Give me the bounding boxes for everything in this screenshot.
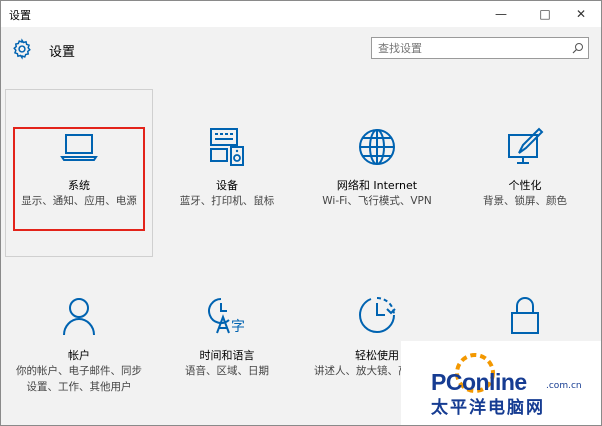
- gear-icon: [13, 38, 31, 60]
- tile-personalization[interactable]: 个性化 背景、锁屏、颜色: [455, 91, 595, 257]
- tile-desc: Wi-Fi、飞行模式、VPN: [322, 195, 432, 207]
- search-box[interactable]: [371, 37, 589, 59]
- devices-icon: [210, 128, 244, 166]
- tile-time-language[interactable]: 字 时间和语言 语音、区域、日期: [157, 257, 297, 423]
- svg-text:字: 字: [231, 319, 245, 335]
- lock-icon: [511, 297, 539, 334]
- tile-name: 个性化: [508, 179, 542, 192]
- person-icon: [63, 298, 95, 335]
- time-language-icon: 字: [208, 298, 245, 335]
- maximize-icon: □: [539, 7, 551, 21]
- tile-desc: 蓝牙、打印机、鼠标: [179, 195, 275, 207]
- tile-name: 网络和 Internet: [336, 179, 418, 192]
- tile-desc: 你的帐户、电子邮件、同步设置、工作、其他用户: [16, 365, 142, 393]
- globe-icon: [359, 129, 395, 165]
- watermark-logo: PConline: [431, 369, 527, 395]
- search-input[interactable]: [372, 38, 568, 58]
- window-title: 设置: [9, 9, 31, 22]
- minimize-icon: —: [495, 7, 507, 21]
- settings-window: 设置 — □ ✕ 设置 查找设置 系统 显示、通知、应用、电源 设备 蓝牙、打印…: [0, 0, 602, 426]
- maximize-button[interactable]: □: [525, 1, 565, 27]
- tile-name: 帐户: [68, 349, 90, 362]
- tile-accounts[interactable]: 帐户 你的帐户、电子邮件、同步设置、工作、其他用户: [9, 257, 149, 423]
- close-button[interactable]: ✕: [561, 1, 601, 27]
- personalize-icon: [508, 127, 544, 164]
- tile-name: 时间和语言: [199, 349, 255, 362]
- tile-desc: 背景、锁屏、颜色: [483, 195, 567, 207]
- tile-name: 设备: [216, 179, 238, 192]
- watermark-domain: .com.cn: [546, 381, 582, 391]
- page-title: 设置: [49, 45, 76, 60]
- close-icon: ✕: [575, 7, 587, 21]
- minimize-button[interactable]: —: [481, 1, 521, 27]
- title-bar: 设置 — □ ✕: [1, 1, 601, 27]
- search-icon[interactable]: [572, 42, 584, 54]
- pconline-watermark: PConline .com.cn 太平洋电脑网: [401, 341, 601, 425]
- watermark-cn: 太平洋电脑网: [431, 398, 545, 418]
- tile-desc: 语音、区域、日期: [185, 365, 269, 377]
- tile-devices[interactable]: 设备 蓝牙、打印机、鼠标: [157, 91, 297, 257]
- selection-highlight: [13, 127, 145, 231]
- tile-network[interactable]: 网络和 Internet Wi-Fi、飞行模式、VPN: [307, 91, 447, 257]
- settings-header: 设置: [1, 27, 601, 71]
- ease-of-access-icon: [358, 297, 396, 333]
